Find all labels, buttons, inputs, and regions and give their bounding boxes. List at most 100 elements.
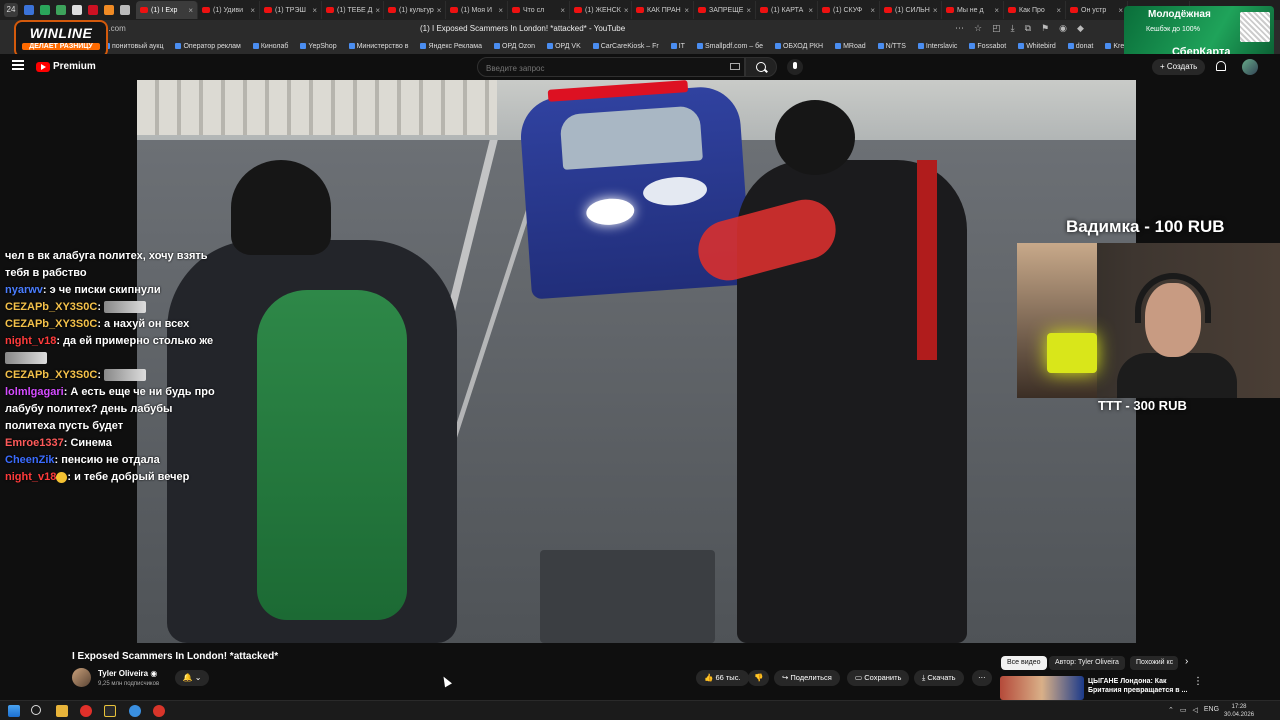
browser-tab[interactable]: (1) Моя И ×: [446, 1, 508, 19]
browser-tab[interactable]: (1) I Exp ×: [136, 1, 198, 19]
browser-tab[interactable]: Как Про ×: [1004, 1, 1066, 19]
obs-icon[interactable]: [153, 705, 165, 717]
close-icon[interactable]: ×: [1056, 6, 1061, 15]
extension-icon[interactable]: ◉: [1059, 23, 1067, 34]
close-icon[interactable]: ×: [746, 6, 751, 15]
close-icon[interactable]: ×: [994, 6, 999, 15]
browser-tab[interactable]: (1) СКУФ ×: [818, 1, 880, 19]
tab-counter[interactable]: 24: [4, 3, 18, 17]
bookmark-item[interactable]: MRoad: [835, 43, 866, 50]
bookmark-item[interactable]: CarCareKiosk – Fr: [592, 43, 659, 50]
search-icon[interactable]: [31, 705, 41, 715]
notifications-bell-icon[interactable]: [1216, 61, 1226, 71]
menu-icon[interactable]: [12, 60, 24, 70]
search-input[interactable]: [486, 59, 726, 78]
extension-icon[interactable]: ◆: [1077, 23, 1084, 34]
search-button[interactable]: [745, 57, 777, 77]
close-icon[interactable]: ×: [312, 6, 317, 15]
bookmark-item[interactable]: ОБХОД РКН: [774, 43, 823, 50]
recommended-thumbnail[interactable]: [1000, 676, 1084, 700]
pinned-tab-icon[interactable]: [40, 5, 50, 15]
tray-chevron-icon[interactable]: ⌃: [1168, 706, 1174, 714]
video-player[interactable]: [137, 80, 1136, 643]
chip-author[interactable]: Автор: Tyler Oliveira: [1049, 656, 1125, 670]
bookmark-item[interactable]: IT: [670, 43, 685, 50]
extension-icon[interactable]: ◰: [992, 23, 1001, 34]
close-icon[interactable]: ×: [1118, 6, 1123, 15]
close-icon[interactable]: ×: [560, 6, 565, 15]
bookmark-item[interactable]: ОРД VK: [547, 43, 581, 50]
volume-icon[interactable]: ◁: [1193, 706, 1198, 714]
close-icon[interactable]: ×: [188, 6, 193, 15]
account-avatar[interactable]: [1242, 59, 1258, 75]
clock[interactable]: 17:28 30.04.2026: [1224, 703, 1254, 719]
close-icon[interactable]: ×: [250, 6, 255, 15]
close-icon[interactable]: ×: [437, 6, 442, 15]
youtube-logo[interactable]: Premium: [36, 61, 96, 72]
like-button[interactable]: 👍 66 тыс.: [696, 670, 749, 686]
channel-name[interactable]: Tyler Oliveira ◉: [98, 669, 157, 678]
pinned-tab-icon[interactable]: [24, 5, 34, 15]
share-button[interactable]: ↪ Поделиться: [774, 670, 840, 686]
browser-tab[interactable]: (1) ЖЕНСК ×: [570, 1, 632, 19]
pinned-tab-icon[interactable]: [88, 5, 98, 15]
bookmark-item[interactable]: donat: [1067, 43, 1093, 50]
recommended-menu-icon[interactable]: ⋮: [1193, 676, 1203, 687]
bookmark-item[interactable]: Fossabot: [969, 43, 1006, 50]
browser-tab[interactable]: Что сл ×: [508, 1, 570, 19]
create-button[interactable]: + Создать: [1152, 59, 1206, 75]
browser-tab[interactable]: (1) Удиви ×: [198, 1, 260, 19]
telegram-icon[interactable]: [129, 705, 141, 717]
bookmark-item[interactable]: Яндекс Реклама: [420, 43, 482, 50]
recommended-title[interactable]: ЦЫГАНЕ Лондона: Как Британия превращаетс…: [1088, 677, 1188, 695]
network-icon[interactable]: ▭: [1180, 706, 1187, 714]
keyboard-icon[interactable]: [730, 63, 740, 70]
more-icon[interactable]: ⋯: [955, 23, 964, 34]
translate-icon[interactable]: ⧉: [1025, 23, 1031, 34]
bookmark-item[interactable]: понитовый аукц: [104, 43, 163, 50]
yandex-browser-icon[interactable]: [80, 705, 92, 717]
windows-start-icon[interactable]: [8, 705, 20, 717]
browser-tab[interactable]: ЗАПРЕЩЕ ×: [694, 1, 756, 19]
pinned-tab-icon[interactable]: [56, 5, 66, 15]
bookmark-item[interactable]: ОРД Ozon: [494, 43, 535, 50]
extension-icon[interactable]: ⚑: [1041, 23, 1049, 34]
bookmark-item[interactable]: YepShop: [300, 43, 337, 50]
browser-tab[interactable]: Он устр ×: [1066, 1, 1128, 19]
chip-all-videos[interactable]: Все видео: [1001, 656, 1047, 670]
pinned-tab-icon[interactable]: [72, 5, 82, 15]
language-indicator[interactable]: ENG: [1204, 706, 1219, 714]
bookmark-item[interactable]: N/TTS: [877, 43, 906, 50]
app-icon[interactable]: [104, 705, 116, 717]
more-actions-button[interactable]: ⋯: [972, 670, 992, 686]
browser-tab[interactable]: (1) ТЕБЕ Д ×: [322, 1, 384, 19]
bookmark-item[interactable]: Interslavic: [917, 43, 957, 50]
pinned-tab-icon[interactable]: [120, 5, 130, 15]
winline-ad[interactable]: WINLINE ДЕЛАЕТ РАЗНИЦУ: [14, 20, 108, 58]
download-icon[interactable]: ⤓: [1011, 23, 1015, 34]
browser-tab[interactable]: КАК ПРАН ×: [632, 1, 694, 19]
bookmark-item[interactable]: Smallpdf.com – бе: [696, 43, 763, 50]
download-button[interactable]: ⤓ Скачать: [914, 670, 964, 686]
bookmark-item[interactable]: Оператор реклам: [175, 43, 241, 50]
microphone-icon[interactable]: [787, 59, 803, 75]
save-button[interactable]: ▭ Сохранить: [847, 670, 910, 686]
close-icon[interactable]: ×: [375, 6, 380, 15]
bookmark-star-icon[interactable]: ☆: [974, 23, 982, 34]
browser-tab[interactable]: (1) СИЛЬН ×: [880, 1, 942, 19]
browser-tab[interactable]: Мы не д ×: [942, 1, 1004, 19]
close-icon[interactable]: ×: [933, 6, 938, 15]
close-icon[interactable]: ×: [624, 6, 629, 15]
browser-tab[interactable]: (1) культур ×: [384, 1, 446, 19]
bookmark-item[interactable]: Кинолаб: [252, 43, 288, 50]
channel-avatar[interactable]: [72, 668, 91, 687]
close-icon[interactable]: ×: [684, 6, 689, 15]
browser-tab[interactable]: (1) КАРТА ×: [756, 1, 818, 19]
dislike-button[interactable]: 👎: [748, 670, 770, 686]
subscription-bell-button[interactable]: 🔔 ⌄: [175, 670, 209, 686]
bookmark-item[interactable]: Министерство в: [348, 43, 408, 50]
pinned-tab-icon[interactable]: [104, 5, 114, 15]
bookmark-item[interactable]: Whitebird: [1018, 43, 1056, 50]
close-icon[interactable]: ×: [498, 6, 503, 15]
chip-similar[interactable]: Похожий кс: [1130, 656, 1178, 670]
